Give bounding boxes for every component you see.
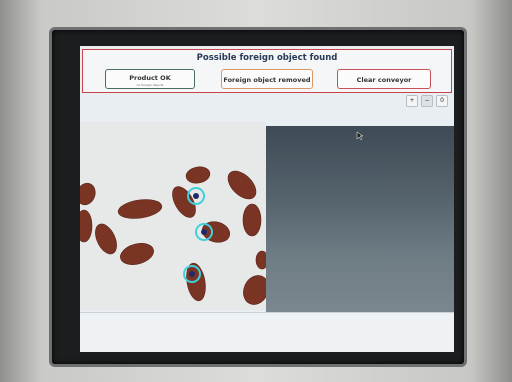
- zoom-out-button[interactable]: −: [421, 95, 433, 107]
- zoom-reset-button[interactable]: 0: [436, 95, 448, 107]
- zoom-in-button[interactable]: +: [406, 95, 418, 107]
- status-bar: [80, 312, 454, 352]
- secondary-camera-view: [266, 126, 454, 312]
- foreign-object-removed-button[interactable]: Foreign object removed: [221, 69, 313, 89]
- mouse-cursor-icon: [356, 131, 364, 141]
- product-ok-label: Product OK: [129, 74, 171, 82]
- product-piece: [255, 250, 269, 270]
- foreign-object-removed-label: Foreign object removed: [223, 76, 311, 84]
- foreign-object: [189, 271, 195, 277]
- alert-title: Possible foreign object found: [196, 53, 338, 63]
- foreign-object: [201, 229, 207, 235]
- camera-image-view[interactable]: [80, 122, 269, 310]
- clear-conveyor-button[interactable]: Clear conveyor: [337, 69, 431, 89]
- product-ok-button[interactable]: Product OK no foreign objects: [105, 69, 195, 89]
- foreign-object: [193, 193, 199, 199]
- product-piece: [242, 203, 262, 237]
- foreign-object-alert-panel: Possible foreign object found Product OK…: [82, 49, 452, 93]
- product-ok-sublabel: no foreign objects: [136, 83, 164, 87]
- hmi-screen: Possible foreign object found Product OK…: [80, 46, 454, 352]
- clear-conveyor-label: Clear conveyor: [356, 76, 412, 84]
- product-image: [80, 122, 269, 310]
